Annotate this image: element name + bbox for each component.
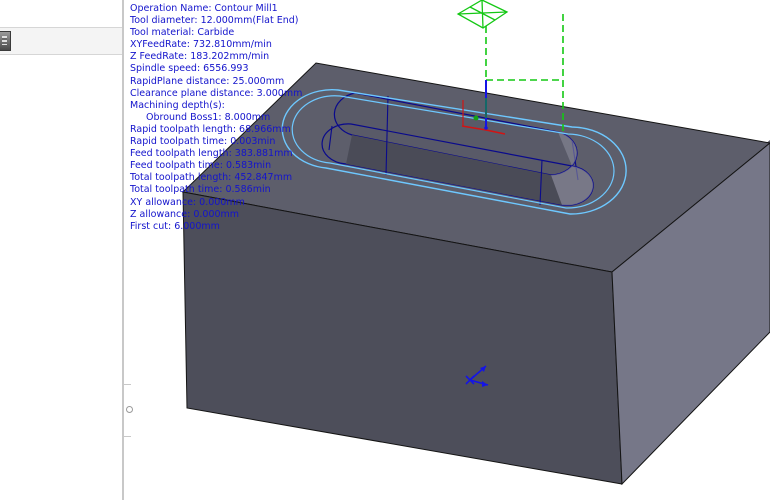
tool-position-icon[interactable] <box>456 0 509 29</box>
graphics-viewport[interactable]: Operation Name: Contour Mill1 Tool diame… <box>0 0 770 500</box>
